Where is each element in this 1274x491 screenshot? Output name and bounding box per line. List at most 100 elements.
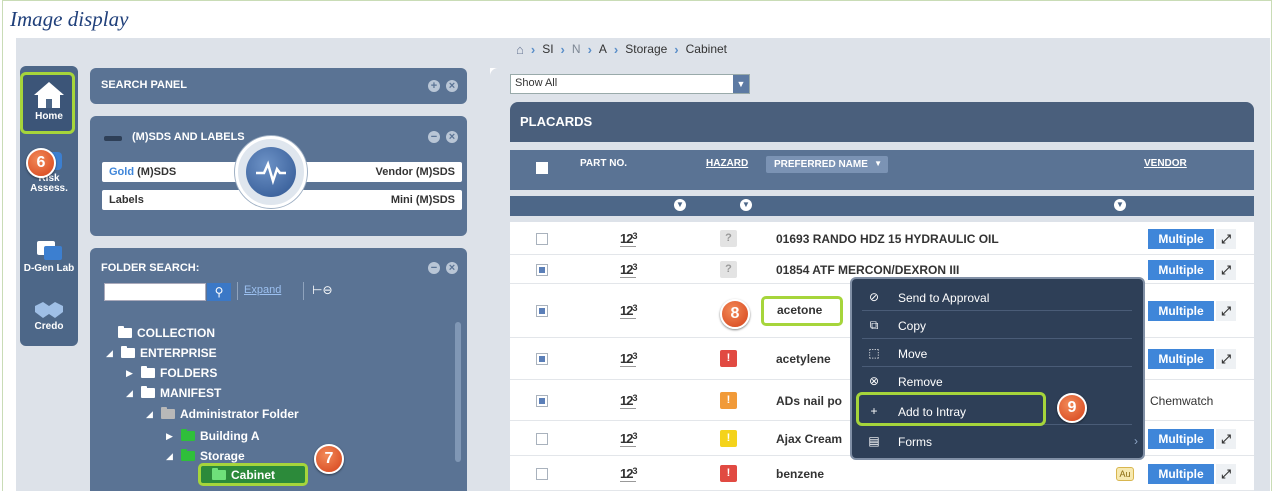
menu-item-forms[interactable]: ▤ Forms › [852, 427, 1142, 455]
expand-icon[interactable]: ⤢ [1216, 349, 1236, 369]
vendor-multiple-button[interactable]: Multiple [1148, 464, 1214, 484]
divider [237, 282, 238, 300]
tree-scrollbar[interactable] [455, 322, 461, 462]
expand-icon[interactable]: ⤢ [1216, 464, 1236, 484]
nav-item-credo[interactable]: Credo [20, 298, 78, 332]
callout-badge: 9 [1057, 393, 1087, 423]
row-checkbox[interactable] [536, 233, 548, 245]
row-checkbox[interactable] [536, 264, 548, 276]
preferred-name-cell[interactable]: 01693 RANDO HDZ 15 HYDRAULIC OIL [776, 232, 999, 246]
nav-item-dgen-lab[interactable]: D-Gen Lab [20, 238, 78, 274]
vendor-multiple-button[interactable]: Multiple [1148, 349, 1214, 369]
preferred-name-cell[interactable]: ADs nail po [776, 394, 842, 408]
table-row[interactable]: 123? 01693 RANDO HDZ 15 HYDRAULIC OIL Mult… [510, 222, 1254, 255]
vendor-sds-link[interactable]: Vendor (M)SDS [376, 166, 455, 178]
breadcrumb-item[interactable]: SI [542, 42, 553, 56]
nav-item-home[interactable]: Home [20, 80, 78, 122]
row-checkbox[interactable] [536, 433, 548, 445]
table-header: PART NO. HAZARD PREFERRED NAME ▼ VENDOR [510, 150, 1254, 190]
menu-item-send-to-approval[interactable]: ⊘ Send to Approval [852, 283, 1142, 311]
menu-item-copy[interactable]: ⧉ Copy [852, 311, 1142, 339]
filter-funnel-icon[interactable]: ▼ [1114, 199, 1126, 211]
collapse-icon[interactable] [104, 136, 122, 141]
add-icon[interactable]: + [428, 80, 440, 92]
row-checkbox[interactable] [536, 395, 548, 407]
filter-select[interactable]: Show All ▼ [510, 74, 750, 94]
preferred-name-cell[interactable]: 01854 ATF MERCON/DEXRON III [776, 263, 959, 277]
expand-icon[interactable]: ⤢ [1216, 260, 1236, 280]
part-number-icon[interactable]: 123 [620, 231, 637, 247]
tree-item-administrator-folder[interactable]: ◢ Administrator Folder [146, 407, 299, 421]
row-checkbox[interactable] [536, 468, 548, 480]
table-row[interactable]: 123! benzene Au Multiple ⤢ [510, 456, 1254, 491]
tree-item-storage[interactable]: ◢ Storage [166, 449, 245, 463]
part-number-icon[interactable]: 123 [620, 466, 637, 482]
filter-funnel-icon[interactable]: ▼ [740, 199, 752, 211]
breadcrumb-item[interactable]: N [572, 42, 581, 56]
close-icon[interactable]: × [446, 131, 458, 143]
expanded-arrow-icon[interactable]: ◢ [106, 348, 116, 359]
minimize-icon[interactable]: − [428, 131, 440, 143]
handshake-icon [35, 302, 63, 318]
expand-icon[interactable]: ⤢ [1216, 429, 1236, 449]
tree-item-label: Storage [200, 449, 245, 463]
menu-item-remove[interactable]: ⊗ Remove [852, 367, 1142, 395]
part-number-icon[interactable]: 123 [620, 303, 637, 319]
preferred-name-cell[interactable]: benzene [776, 467, 824, 481]
chevron-right-icon: › [1134, 434, 1138, 448]
tree-item-collection[interactable]: COLLECTION [118, 326, 215, 340]
expand-icon[interactable]: ⤢ [1216, 301, 1236, 321]
close-icon[interactable]: × [446, 80, 458, 92]
mini-sds-link[interactable]: Mini (M)SDS [391, 194, 455, 206]
tree-item-manifest[interactable]: ◢ MANIFEST [126, 386, 221, 400]
expanded-arrow-icon[interactable]: ◢ [146, 409, 156, 420]
expand-link[interactable]: Expand [244, 284, 281, 296]
close-icon[interactable]: × [446, 262, 458, 274]
filter-funnel-icon[interactable]: ▼ [674, 199, 686, 211]
breadcrumb-item[interactable]: A [599, 42, 607, 56]
collapsed-arrow-icon[interactable]: ▶ [166, 431, 176, 442]
col-header-preferred-name-box[interactable]: PREFERRED NAME ▼ [766, 156, 888, 173]
row-checkbox[interactable] [536, 353, 548, 365]
vendor-multiple-button[interactable]: Multiple [1148, 229, 1214, 249]
sds-central-button[interactable] [235, 136, 307, 208]
search-icon[interactable]: ⚲ [207, 283, 231, 301]
part-number-icon[interactable]: 123 [620, 262, 637, 278]
folder-icon [181, 449, 195, 461]
nav-item-label: Home [35, 111, 63, 122]
vendor-multiple-button[interactable]: Multiple [1148, 260, 1214, 280]
chevron-right-icon: › [587, 41, 592, 57]
chevron-right-icon: › [674, 41, 679, 57]
part-number-icon[interactable]: 123 [620, 351, 637, 367]
gold-sds-link[interactable]: Gold (M)SDS [109, 166, 176, 178]
expand-icon[interactable]: ⤢ [1216, 229, 1236, 249]
breadcrumb-home-icon[interactable]: ⌂ [516, 42, 524, 57]
tree-item-enterprise[interactable]: ◢ ENTERPRISE [106, 346, 217, 360]
labels-link[interactable]: Labels [109, 194, 144, 206]
tree-item-building-a[interactable]: ▶ Building A [166, 429, 260, 443]
folder-search-input[interactable] [104, 283, 206, 301]
menu-item-move[interactable]: ⬚ Move [852, 339, 1142, 367]
preferred-name-cell[interactable]: acetylene [776, 352, 831, 366]
expanded-arrow-icon[interactable]: ◢ [166, 451, 176, 462]
tree-options-icon[interactable]: ⊢⊖ [312, 283, 333, 297]
acetone-name[interactable]: acetone [777, 303, 822, 317]
col-header-part-no[interactable]: PART NO. [580, 158, 627, 169]
vendor-multiple-button[interactable]: Multiple [1148, 301, 1214, 321]
tree-item-cabinet[interactable]: Cabinet [212, 468, 275, 482]
row-checkbox[interactable] [536, 305, 548, 317]
col-header-hazard[interactable]: HAZARD [706, 158, 748, 169]
select-all-checkbox[interactable] [536, 162, 548, 174]
tree-item-folders[interactable]: ▶ FOLDERS [126, 366, 217, 380]
part-number-icon[interactable]: 123 [620, 393, 637, 409]
preferred-name-cell[interactable]: Ajax Cream [776, 432, 842, 446]
search-panel-title: SEARCH PANEL [101, 79, 187, 91]
collapsed-arrow-icon[interactable]: ▶ [126, 368, 136, 379]
expanded-arrow-icon[interactable]: ◢ [126, 388, 136, 399]
minimize-icon[interactable]: − [428, 262, 440, 274]
breadcrumb-item[interactable]: Storage [625, 42, 667, 56]
col-header-vendor[interactable]: VENDOR [1144, 158, 1187, 169]
vendor-multiple-button[interactable]: Multiple [1148, 429, 1214, 449]
chevron-down-icon[interactable]: ▼ [733, 75, 749, 93]
part-number-icon[interactable]: 123 [620, 431, 637, 447]
